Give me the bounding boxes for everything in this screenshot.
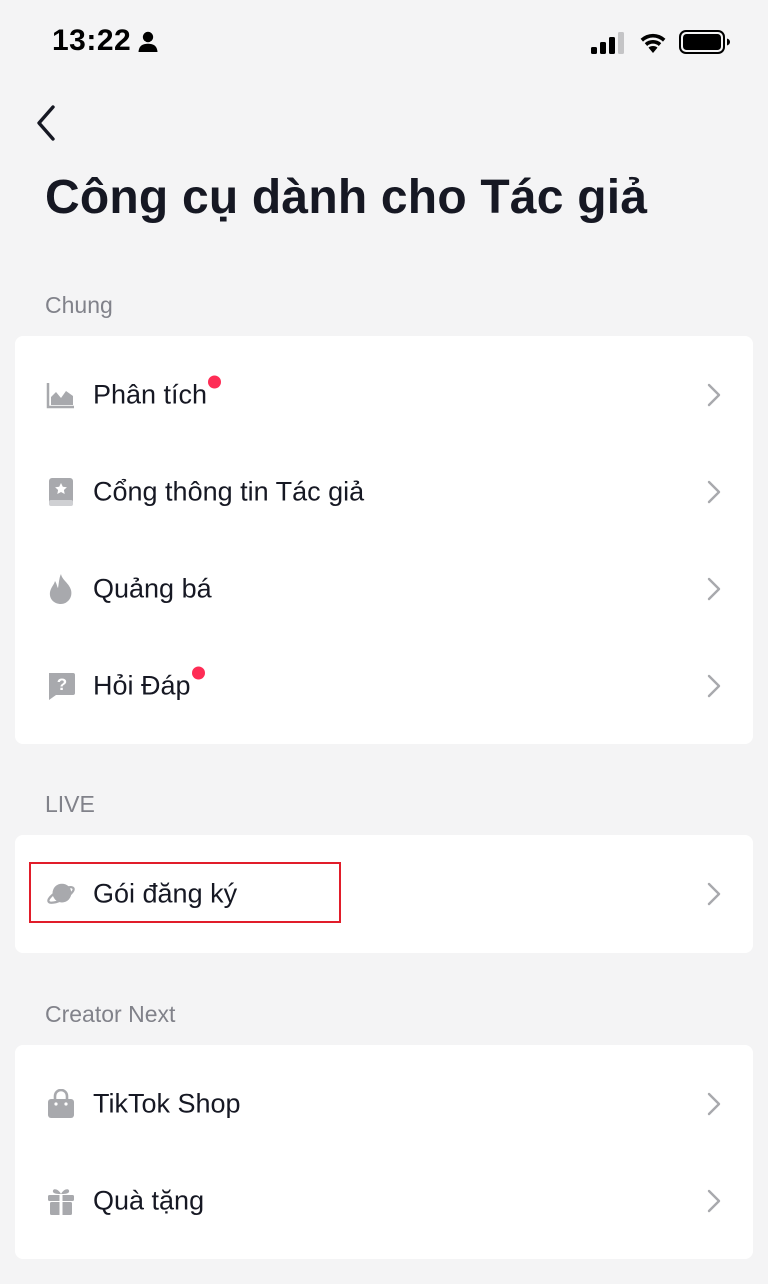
menu-item-qa[interactable]: ? Hỏi Đáp <box>15 637 753 734</box>
chevron-right-icon <box>707 1092 721 1115</box>
menu-item-label: Phân tích <box>93 375 222 410</box>
qa-label: Hỏi Đáp <box>93 670 191 700</box>
notification-dot <box>208 375 222 388</box>
section-label-general: Chung <box>45 292 113 318</box>
live-card: Gói đăng ký <box>15 835 753 953</box>
menu-item-promote[interactable]: Quảng bá <box>15 540 753 637</box>
creator-portal-icon <box>46 477 76 507</box>
chevron-right-icon <box>707 1189 721 1212</box>
section-label-live: LIVE <box>45 791 95 817</box>
menu-item-creator-portal[interactable]: Cổng thông tin Tác giả <box>15 443 753 540</box>
analytics-label: Phân tích <box>93 379 208 409</box>
notification-dot <box>191 666 205 679</box>
chevron-left-icon <box>37 105 55 141</box>
status-bar: 13:22 <box>0 0 768 84</box>
promote-label: Quảng bá <box>93 573 212 603</box>
menu-item-tiktok-shop[interactable]: TikTok Shop <box>15 1055 753 1152</box>
gifts-label: Quà tặng <box>93 1185 205 1215</box>
question-icon: ? <box>46 671 76 701</box>
subscription-label: Gói đăng ký <box>93 878 238 908</box>
flame-icon <box>46 573 76 604</box>
tiktok-shop-label: TikTok Shop <box>93 1088 241 1118</box>
analytics-icon <box>46 380 76 410</box>
subscription-planet-icon <box>46 879 76 909</box>
back-button[interactable] <box>26 101 66 145</box>
menu-item-subscription[interactable]: Gói đăng ký <box>15 845 753 942</box>
menu-item-analytics[interactable]: Phân tích <box>15 346 753 443</box>
chevron-right-icon <box>707 882 721 905</box>
status-time: 13:22 <box>52 24 132 57</box>
chevron-right-icon <box>707 383 721 406</box>
page-title: Công cụ dành cho Tác giả <box>45 171 648 224</box>
general-card: Phân tích Cổng thông tin Tác giả Quảng b… <box>15 336 753 744</box>
menu-item-gifts[interactable]: Quà tặng <box>15 1152 753 1249</box>
person-icon <box>138 31 158 52</box>
chevron-right-icon <box>707 674 721 697</box>
signal-icon <box>591 32 624 54</box>
wifi-icon <box>640 33 666 53</box>
svg-text:?: ? <box>57 675 67 694</box>
chevron-right-icon <box>707 480 721 503</box>
battery-icon <box>679 30 730 54</box>
shopping-bag-icon <box>46 1088 76 1119</box>
gift-icon <box>46 1186 76 1216</box>
creator-portal-label: Cổng thông tin Tác giả <box>93 476 365 506</box>
menu-item-label: Hỏi Đáp <box>93 666 205 701</box>
chevron-right-icon <box>707 577 721 600</box>
creator-next-card: TikTok Shop Quà tặng <box>15 1045 753 1259</box>
section-label-creator-next: Creator Next <box>45 1001 176 1027</box>
